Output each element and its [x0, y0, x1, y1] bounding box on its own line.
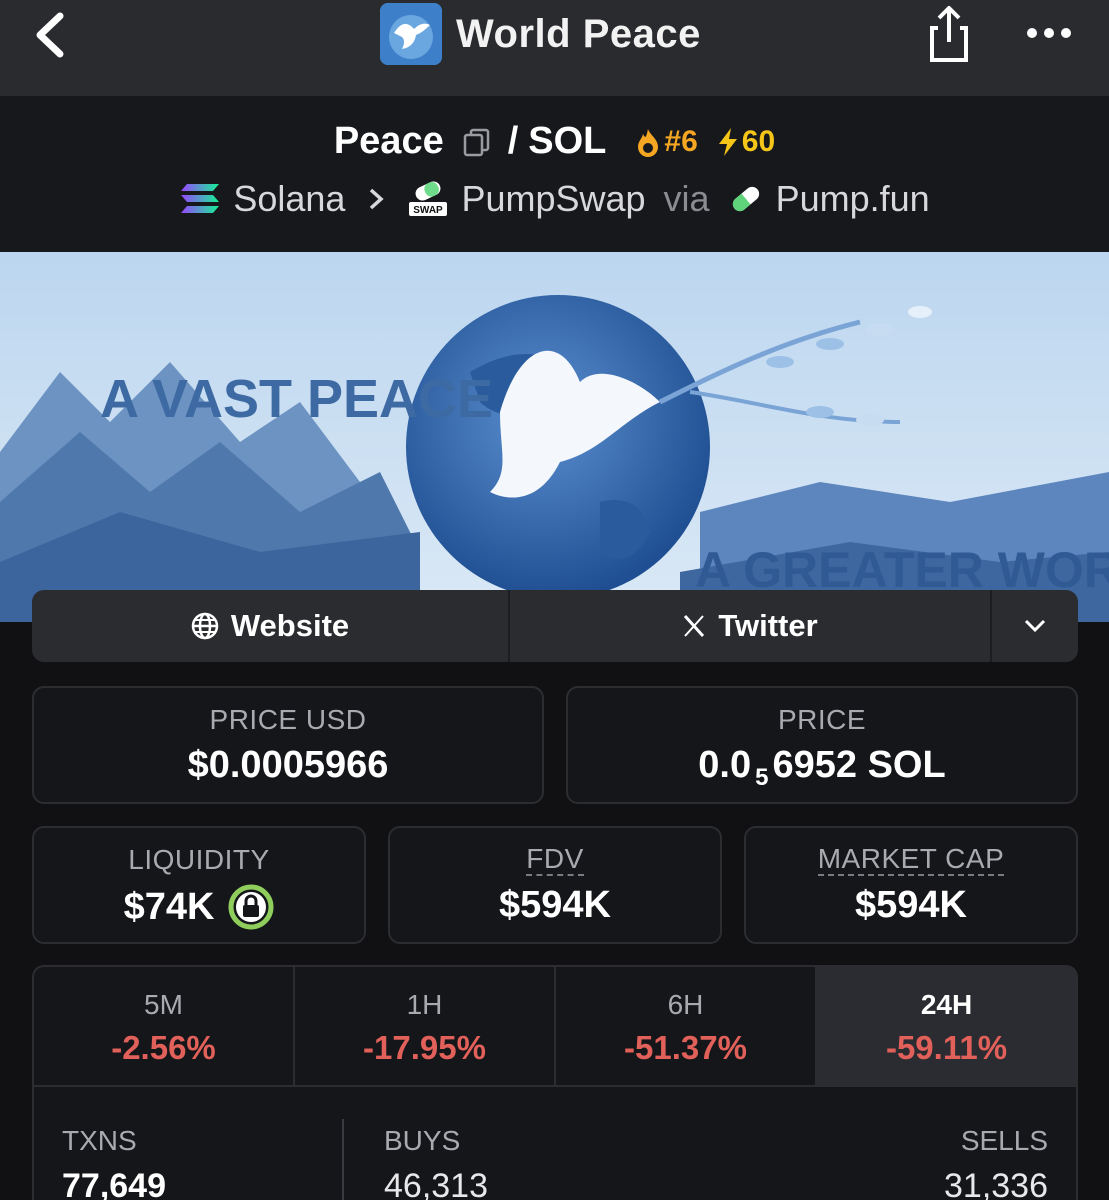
share-icon[interactable] — [926, 4, 972, 64]
tab-change: -59.11% — [885, 1029, 1008, 1066]
tab-label: 5M — [144, 989, 183, 1020]
fdv-label: FDV — [526, 843, 584, 876]
sells-label: SELLS — [960, 1125, 1048, 1156]
pair-slash: / — [507, 120, 519, 162]
twitter-button[interactable]: Twitter — [510, 590, 992, 662]
price-usd-label: PRICE USD — [209, 704, 367, 735]
tab-change: -51.37% — [624, 1029, 747, 1066]
tab-label: 6H — [667, 989, 704, 1020]
buys-cell: BUYS 46,313 — [384, 1125, 488, 1200]
price-sol-box: PRICE 0.0 5 6952 SOL — [566, 686, 1078, 804]
tab-label: 1H — [406, 989, 443, 1020]
boost-badge[interactable]: 60 — [716, 125, 775, 159]
page-title: World Peace — [456, 11, 701, 56]
via-label: via — [663, 178, 710, 219]
rank-value: #6 — [664, 124, 698, 158]
txns-cell: TXNS 77,649 — [62, 1125, 166, 1200]
tab-24h[interactable]: 24H -59.11% — [817, 967, 1076, 1087]
banner-text-left: A VAST PEACE — [100, 369, 493, 429]
flame-icon — [638, 128, 659, 157]
liquidity-label: LIQUIDITY — [128, 844, 270, 875]
chevron-down-icon — [1024, 619, 1046, 633]
nav-title-group: World Peace — [380, 2, 701, 66]
twitter-label: Twitter — [718, 608, 818, 643]
timeframe-tabs: 5M -2.56% 1H -17.95% 6H -51.37% 24H -59.… — [32, 965, 1078, 1087]
fdv-value: $594K — [499, 884, 611, 926]
website-label: Website — [230, 608, 350, 643]
token-banner-image: A VAST PEACE A GREATER WORLD — [0, 252, 1109, 622]
txns-label: TXNS — [62, 1125, 137, 1156]
trending-rank[interactable]: #6 — [634, 124, 698, 159]
more-links-button[interactable] — [992, 590, 1078, 662]
x-logo-icon — [684, 614, 705, 638]
pair-title-row: Peace / SOL #6 60 — [0, 120, 1109, 163]
lightning-icon — [718, 127, 737, 156]
lock-icon[interactable] — [228, 884, 274, 930]
quote-token: SOL — [528, 120, 607, 162]
launchpad-name[interactable]: Pump.fun — [776, 178, 930, 220]
pair-header: Peace / SOL #6 60 Solana SWAP PumpSwap v… — [0, 96, 1109, 252]
globe-icon — [191, 612, 219, 640]
tab-change: -2.56% — [111, 1029, 216, 1066]
price-usd-value: $0.0005966 — [187, 744, 389, 786]
txns-value: 77,649 — [62, 1167, 166, 1200]
market-cap-value: $594K — [855, 884, 967, 926]
liquidity-value: $74K — [123, 885, 215, 928]
price-usd-box: PRICE USD $0.0005966 — [32, 686, 544, 804]
buys-label: BUYS — [384, 1125, 461, 1156]
market-cap-box[interactable]: MARKET CAP $594K — [744, 826, 1078, 944]
base-token: Peace — [333, 120, 444, 162]
back-chevron-icon[interactable] — [30, 10, 74, 60]
social-links-bar: Website Twitter — [32, 590, 1078, 662]
copy-icon[interactable] — [462, 127, 492, 157]
dex-name[interactable]: PumpSwap — [461, 178, 645, 220]
boost-value: 60 — [741, 124, 776, 158]
svg-text:SWAP: SWAP — [414, 205, 444, 216]
chevron-right-icon — [370, 188, 385, 210]
market-cap-label: MARKET CAP — [817, 843, 1005, 876]
tab-change: -17.95% — [363, 1029, 486, 1066]
buys-value: 46,313 — [384, 1167, 488, 1200]
more-dots-icon[interactable] — [1024, 22, 1074, 44]
sells-cell: SELLS 31,336 — [944, 1125, 1048, 1200]
txns-panel: TXNS 77,649 BUYS 46,313 SELLS 31,336 — [32, 1085, 1078, 1200]
solana-icon — [181, 184, 220, 213]
price-sol-value: 0.0 5 6952 SOL — [698, 744, 946, 791]
price-sol-label: PRICE — [777, 704, 867, 735]
sells-value: 31,336 — [944, 1167, 1048, 1200]
tab-6h[interactable]: 6H -51.37% — [556, 967, 817, 1087]
fdv-box[interactable]: FDV $594K — [388, 826, 722, 944]
pumpfun-pill-icon — [732, 186, 759, 212]
tab-label: 24H — [920, 989, 973, 1020]
chain-name[interactable]: Solana — [233, 178, 345, 220]
top-nav: World Peace — [0, 0, 1109, 96]
tab-5m[interactable]: 5M -2.56% — [34, 967, 295, 1087]
tab-1h[interactable]: 1H -17.95% — [295, 967, 556, 1087]
pumpswap-icon: SWAP — [409, 181, 448, 216]
website-button[interactable]: Website — [32, 590, 510, 662]
liquidity-box: LIQUIDITY $74K — [32, 826, 366, 944]
pair-route-row: Solana SWAP PumpSwap via Pump.fun — [0, 178, 1109, 220]
token-logo — [380, 3, 442, 65]
txns-divider — [342, 1119, 344, 1200]
